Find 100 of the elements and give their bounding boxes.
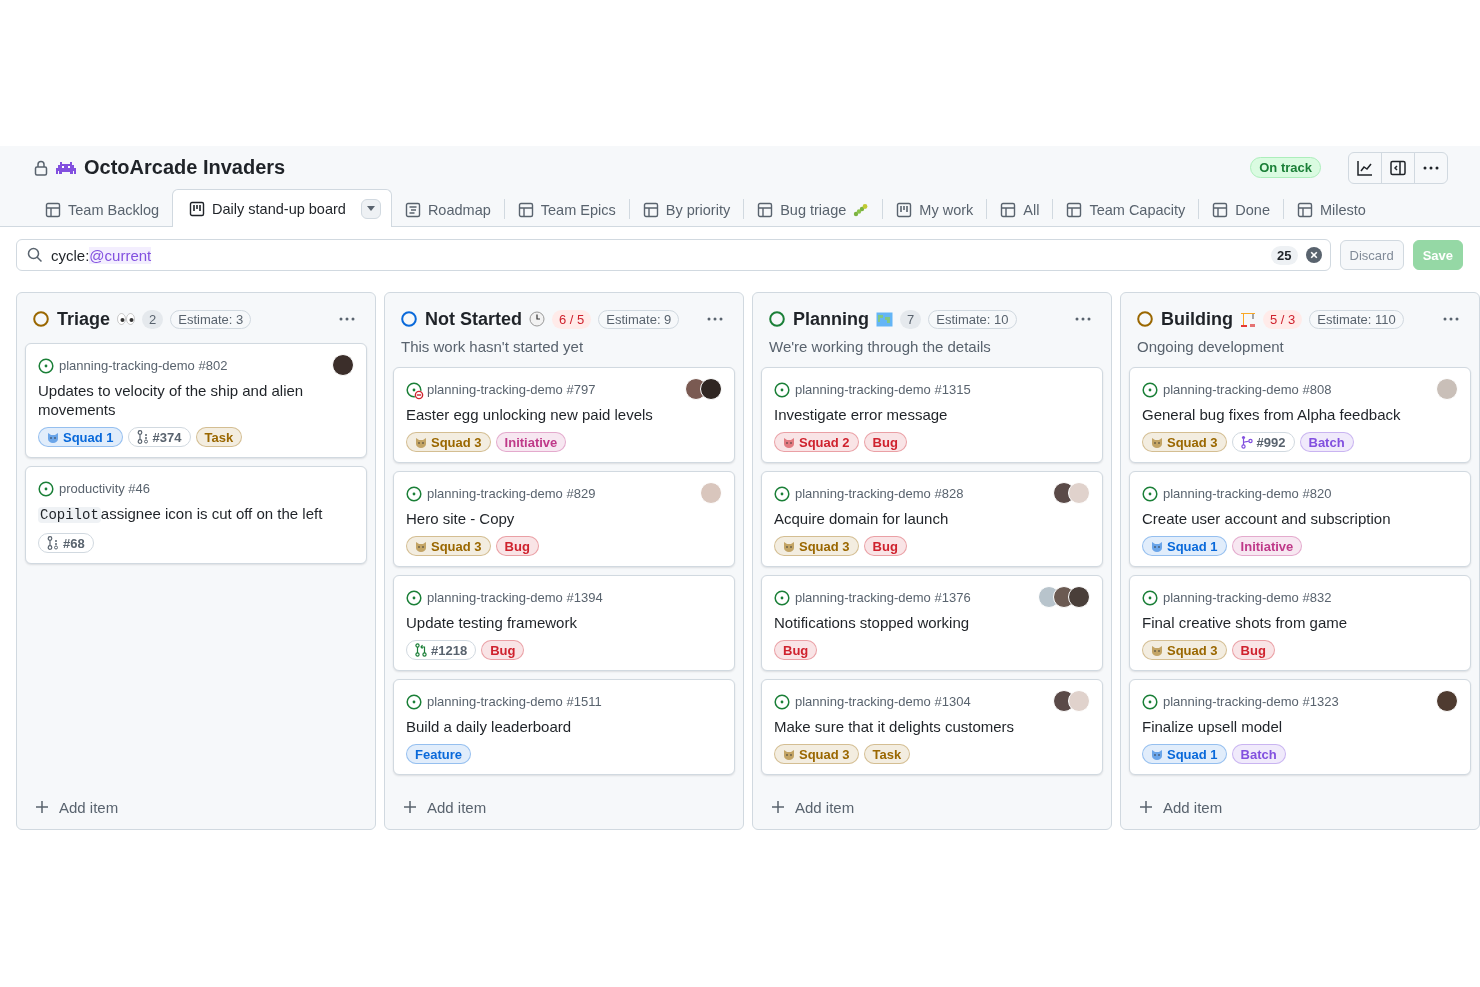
issue-card[interactable]: planning-tracking-demo #797 Easter egg unlocking new paid levels Squad 3 Initiative — [393, 367, 735, 463]
board-icon — [896, 201, 913, 218]
view-tab[interactable]: Roadmap — [391, 191, 504, 227]
add-item-button[interactable]: Add item — [753, 787, 1111, 827]
label: Squad 1 — [1142, 744, 1227, 764]
sidebar-icon — [1390, 159, 1406, 176]
sidebar-toggle-button[interactable] — [1381, 151, 1415, 184]
insights-chart-button[interactable] — [1348, 151, 1382, 184]
label: Squad 3 — [1142, 640, 1227, 660]
issue-reference[interactable]: planning-tracking-demo #1511 — [427, 693, 602, 709]
label: Task — [195, 427, 243, 447]
issue-card[interactable]: planning-tracking-demo #1511 Build a daily leaderboard Feature — [393, 679, 735, 775]
view-options-dropdown[interactable] — [360, 198, 381, 219]
column-title: Not Started — [425, 308, 522, 330]
issue-reference[interactable]: planning-tracking-demo #1394 — [427, 589, 603, 605]
issue-reference[interactable]: planning-tracking-demo #808 — [1163, 381, 1332, 397]
label: Bug — [481, 640, 525, 660]
issue-reference[interactable]: planning-tracking-demo #1304 — [795, 693, 971, 709]
view-tab[interactable]: Done — [1199, 191, 1283, 227]
issue-title[interactable]: Finalize upsell model — [1142, 717, 1458, 736]
view-tab[interactable]: Team Epics — [504, 191, 629, 227]
issue-title[interactable]: Easter egg unlocking new paid levels — [406, 405, 722, 424]
issue-card[interactable]: planning-tracking-demo #802 Updates to velocity of the ship and alien movements Squad 1 #374 Task — [25, 343, 367, 458]
more-icon — [1423, 165, 1439, 170]
issue-card[interactable]: planning-tracking-demo #828 Acquire domain for launch Squad 3 Bug — [761, 471, 1103, 567]
add-item-button[interactable]: Add item — [385, 787, 743, 827]
view-tab[interactable]: My work — [883, 191, 987, 227]
issue-card[interactable]: planning-tracking-demo #829 Hero site - Copy Squad 3 Bug — [393, 471, 735, 567]
add-item-button[interactable]: Add item — [1121, 787, 1479, 827]
clear-icon[interactable] — [1305, 247, 1322, 263]
view-tab[interactable]: Milesto — [1284, 191, 1379, 227]
eyes-icon — [117, 313, 136, 325]
issue-title[interactable]: Updates to velocity of the ship and alien movements — [38, 381, 354, 419]
issue-reference[interactable]: planning-tracking-demo #1376 — [795, 589, 971, 605]
sub-issue-icon — [136, 430, 149, 444]
issue-card[interactable]: planning-tracking-demo #1394 Update testing framework #1218 Bug — [393, 575, 735, 671]
issue-title[interactable]: Create user account and subscription — [1142, 509, 1458, 528]
issue-card[interactable]: planning-tracking-demo #808 General bug fixes from Alpha feedback Squad 3 #992 Batch — [1129, 367, 1471, 463]
issue-title[interactable]: Make sure that it delights customers — [774, 717, 1090, 736]
issue-reference[interactable]: planning-tracking-demo #820 — [1163, 485, 1332, 501]
issue-title[interactable]: Acquire domain for launch — [774, 509, 1090, 528]
issue-reference[interactable]: planning-tracking-demo #797 — [427, 381, 596, 397]
table-icon — [1000, 201, 1017, 218]
issue-reference[interactable]: planning-tracking-demo #832 — [1163, 589, 1332, 605]
issue-card[interactable]: planning-tracking-demo #832 Final creative shots from game Squad 3 Bug — [1129, 575, 1471, 671]
mascot-icon — [783, 540, 795, 552]
column-description: Ongoing development — [1136, 337, 1285, 355]
label: Squad 3 — [1142, 432, 1227, 452]
column-description: This work hasn't started yet — [400, 337, 585, 355]
more-icon — [1443, 317, 1459, 321]
issue-card[interactable]: productivity #46 Copilot assignee icon is cut off on the left #68 — [25, 466, 367, 564]
issue-card[interactable]: planning-tracking-demo #1304 Make sure that it delights customers Squad 3 Task — [761, 679, 1103, 775]
mascot-icon — [415, 436, 427, 448]
view-tab[interactable]: Daily stand-up board — [172, 189, 392, 227]
mascot-icon — [47, 431, 59, 443]
view-tab[interactable]: By priority — [629, 191, 744, 227]
status-badge: On track — [1250, 157, 1321, 178]
view-tab[interactable]: Bug triage — [744, 191, 883, 227]
issue-title[interactable]: Update testing framework — [406, 613, 722, 632]
item-count: 5 / 3 — [1263, 309, 1303, 329]
label: Bug — [774, 640, 818, 660]
mascot-icon — [783, 748, 795, 760]
clock-icon — [529, 311, 545, 327]
issue-card[interactable]: planning-tracking-demo #820 Create user account and subscription Squad 1 Initiative — [1129, 471, 1471, 567]
column-title: Planning — [793, 308, 869, 330]
view-tab[interactable]: Team Backlog — [32, 191, 173, 227]
issue-reference[interactable]: planning-tracking-demo #828 — [795, 485, 964, 501]
label: Squad 1 — [38, 427, 123, 447]
view-tab[interactable]: All — [987, 191, 1053, 227]
view-tab[interactable]: Team Capacity — [1053, 191, 1199, 227]
caret-icon — [366, 206, 375, 211]
issue-title[interactable]: Copilot assignee icon is cut off on the left — [38, 504, 354, 525]
issue-reference[interactable]: productivity #46 — [59, 480, 151, 496]
issue-card[interactable]: planning-tracking-demo #1315 Investigate error message Squad 2 Bug — [761, 367, 1103, 463]
issue-reference[interactable]: planning-tracking-demo #802 — [59, 357, 228, 373]
label: Initiative — [1231, 536, 1303, 556]
filter-field[interactable]: cycle:@current 25 — [16, 239, 1331, 271]
label: Squad 3 — [406, 536, 491, 556]
table-icon — [45, 201, 61, 218]
label: #992 — [1231, 432, 1295, 452]
plus-icon — [1139, 800, 1153, 814]
more-icon — [1075, 317, 1091, 321]
issue-title[interactable]: Investigate error message — [774, 405, 1090, 424]
table-icon — [642, 201, 659, 218]
label: Squad 3 — [406, 432, 491, 452]
issue-card[interactable]: planning-tracking-demo #1376 Notifications stopped working Bug — [761, 575, 1103, 671]
map-icon — [876, 311, 893, 327]
issue-reference[interactable]: planning-tracking-demo #829 — [427, 485, 596, 501]
add-item-button[interactable]: Add item — [17, 787, 375, 827]
issue-title[interactable]: Hero site - Copy — [406, 509, 722, 528]
issue-title[interactable]: Notifications stopped working — [774, 613, 1090, 632]
search-icon — [27, 247, 43, 263]
issue-reference[interactable]: planning-tracking-demo #1315 — [795, 381, 971, 397]
label: Squad 2 — [774, 432, 859, 452]
issue-title[interactable]: Final creative shots from game — [1142, 613, 1458, 632]
item-count: 6 / 5 — [552, 309, 592, 329]
issue-title[interactable]: Build a daily leaderboard — [406, 717, 722, 736]
issue-reference[interactable]: planning-tracking-demo #1323 — [1163, 693, 1339, 709]
issue-card[interactable]: planning-tracking-demo #1323 Finalize upsell model Squad 1 Batch — [1129, 679, 1471, 775]
issue-title[interactable]: General bug fixes from Alpha feedback — [1142, 405, 1458, 424]
